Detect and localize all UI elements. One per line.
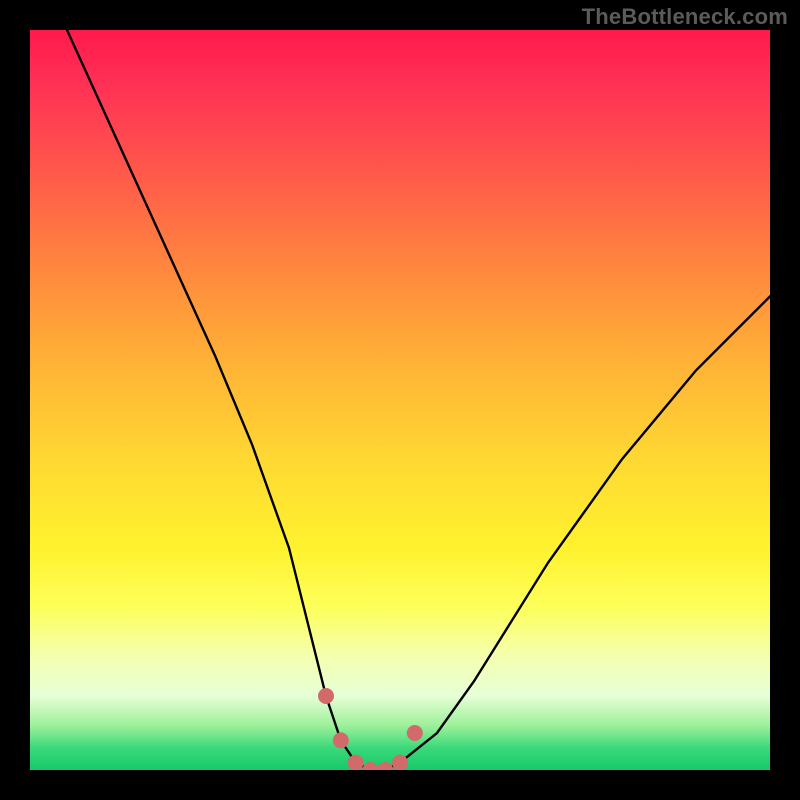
highlight-marker: [377, 762, 393, 770]
highlight-marker: [407, 725, 423, 741]
highlight-marker: [333, 732, 349, 748]
highlight-marker: [318, 688, 334, 704]
chart-frame: TheBottleneck.com: [0, 0, 800, 800]
highlight-marker: [392, 755, 408, 770]
highlight-marker: [362, 762, 378, 770]
chart-svg: [30, 30, 770, 770]
watermark-text: TheBottleneck.com: [582, 4, 788, 30]
bottleneck-curve-line: [67, 30, 770, 770]
plot-area: [30, 30, 770, 770]
highlight-marker: [348, 755, 364, 770]
curve-group: [67, 30, 770, 770]
